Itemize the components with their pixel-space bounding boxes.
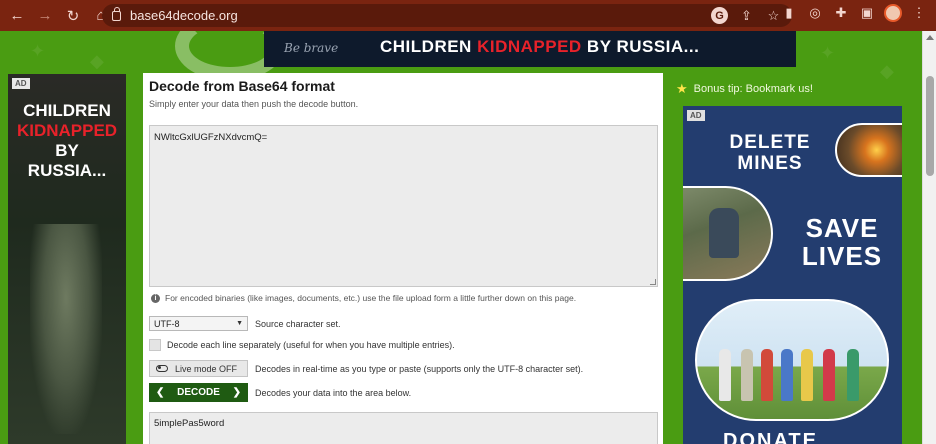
- page-title: Decode from Base64 format: [149, 78, 335, 94]
- back-icon[interactable]: ←: [6, 5, 28, 27]
- separate-lines-label: Decode each line separately (useful for …: [167, 340, 455, 350]
- live-mode-toggle[interactable]: Live mode OFF: [149, 360, 248, 377]
- ad-child-figure: [761, 349, 773, 401]
- lock-icon[interactable]: [112, 6, 121, 21]
- left-ad-headline: CHILDREN KIDNAPPED BY RUSSIA...: [16, 101, 118, 180]
- google-lens-icon[interactable]: G: [711, 7, 728, 24]
- charset-select[interactable]: UTF-8 ▼: [149, 316, 248, 331]
- chevron-down-icon: ▼: [236, 320, 243, 327]
- ad-child-figure: [719, 349, 731, 401]
- ad-explosion-photo: [835, 123, 902, 177]
- resize-handle-icon[interactable]: [650, 279, 656, 285]
- info-text: For encoded binaries (like images, docum…: [165, 293, 577, 303]
- extension-icon-1[interactable]: ▮: [780, 4, 798, 22]
- left-skyscraper-ad[interactable]: AD CHILDREN KIDNAPPED BY RUSSIA...: [8, 74, 126, 444]
- info-icon: i: [151, 293, 160, 303]
- decorative-glyph: ✦: [30, 41, 46, 61]
- ad-child-figure: [741, 349, 753, 401]
- decorative-glyph: ◆: [90, 51, 104, 71]
- scroll-up-arrow-icon[interactable]: [926, 35, 934, 40]
- ad-badge: AD: [12, 78, 30, 89]
- browser-toolbar: ← → ↻ ⌂ base64decode.org G ⇪ ☆ ▮ ◎ ✚ ▣ ⋮: [0, 0, 936, 31]
- sidepanel-icon[interactable]: ▣: [858, 4, 876, 22]
- charset-row: UTF-8 ▼ Source character set.: [149, 316, 341, 331]
- top-banner-ad[interactable]: Be brave CHILDREN KIDNAPPED BY RUSSIA...: [264, 31, 796, 67]
- profile-avatar[interactable]: [884, 4, 902, 22]
- file-upload-hint: i For encoded binaries (like images, doc…: [151, 293, 576, 303]
- ad-deminer-photo: [683, 186, 773, 281]
- chevron-left-icon: ❮: [156, 387, 165, 398]
- ad-child-figure: [30, 224, 102, 434]
- right-ad-title-delete-mines: DELETE MINES: [729, 132, 811, 174]
- charset-label: Source character set.: [255, 318, 341, 329]
- address-bar[interactable]: base64decode.org G ⇪ ☆: [102, 4, 792, 27]
- decorative-glyph: ◆: [880, 61, 894, 81]
- input-textarea[interactable]: NWltcGxlUGFzNXdvcmQ=: [149, 125, 658, 287]
- output-textarea[interactable]: 5implePas5word: [149, 412, 658, 444]
- live-mode-label: Decodes in real-time as you type or past…: [255, 363, 584, 374]
- live-mode-row: Live mode OFF Decodes in real-time as yo…: [149, 360, 583, 377]
- right-ad-donate: DONATE: [723, 430, 818, 444]
- star-icon: ★: [676, 81, 688, 96]
- right-ad-title-save-lives: SAVE LIVES: [801, 213, 883, 271]
- decode-row: ❮ DECODE ❯ Decodes your data into the ar…: [149, 383, 411, 402]
- scrollbar-thumb[interactable]: [926, 76, 934, 176]
- bonus-tip: ★ Bonus tip: Bookmark us!: [676, 81, 813, 96]
- ad-deminer-figure: [709, 208, 739, 258]
- page-background: ✦ ◆ ✦ ◆ Be brave CHILDREN KIDNAPPED BY R…: [0, 31, 936, 444]
- decode-button[interactable]: ❮ DECODE ❯: [149, 383, 248, 402]
- decorative-glyph: ✦: [820, 43, 836, 63]
- ad-child-figure: [781, 349, 793, 401]
- ad-child-figure: [847, 349, 859, 401]
- banner-slogan: Be brave: [284, 41, 339, 55]
- ad-children-photo: [695, 299, 889, 421]
- ad-badge: AD: [687, 110, 705, 121]
- right-skyscraper-ad[interactable]: AD DELETE MINES SAVE LIVES DONATE: [683, 106, 902, 444]
- reload-icon[interactable]: ↻: [62, 5, 84, 27]
- toggle-icon: [156, 365, 168, 372]
- separate-lines-row: Decode each line separately (useful for …: [149, 339, 455, 351]
- chevron-right-icon: ❯: [232, 387, 241, 398]
- compass-icon[interactable]: ◎: [806, 4, 824, 22]
- puzzle-icon[interactable]: ✚: [832, 4, 850, 22]
- ad-child-figure: [823, 349, 835, 401]
- ad-child-figure: [801, 349, 813, 401]
- page-scrollbar[interactable]: [922, 31, 936, 444]
- separate-lines-checkbox[interactable]: [149, 339, 161, 351]
- input-text: NWltcGxlUGFzNXdvcmQ=: [154, 132, 268, 143]
- forward-icon[interactable]: →: [34, 5, 56, 27]
- menu-dots-icon[interactable]: ⋮: [910, 4, 928, 22]
- page-subtitle: Simply enter your data then push the dec…: [149, 99, 359, 109]
- share-icon[interactable]: ⇪: [738, 7, 755, 24]
- decode-label: Decodes your data into the area below.: [255, 387, 412, 398]
- banner-headline: CHILDREN KIDNAPPED BY RUSSIA...: [380, 37, 700, 56]
- url-text[interactable]: base64decode.org: [130, 8, 238, 23]
- decode-panel: Decode from Base64 format Simply enter y…: [143, 73, 663, 444]
